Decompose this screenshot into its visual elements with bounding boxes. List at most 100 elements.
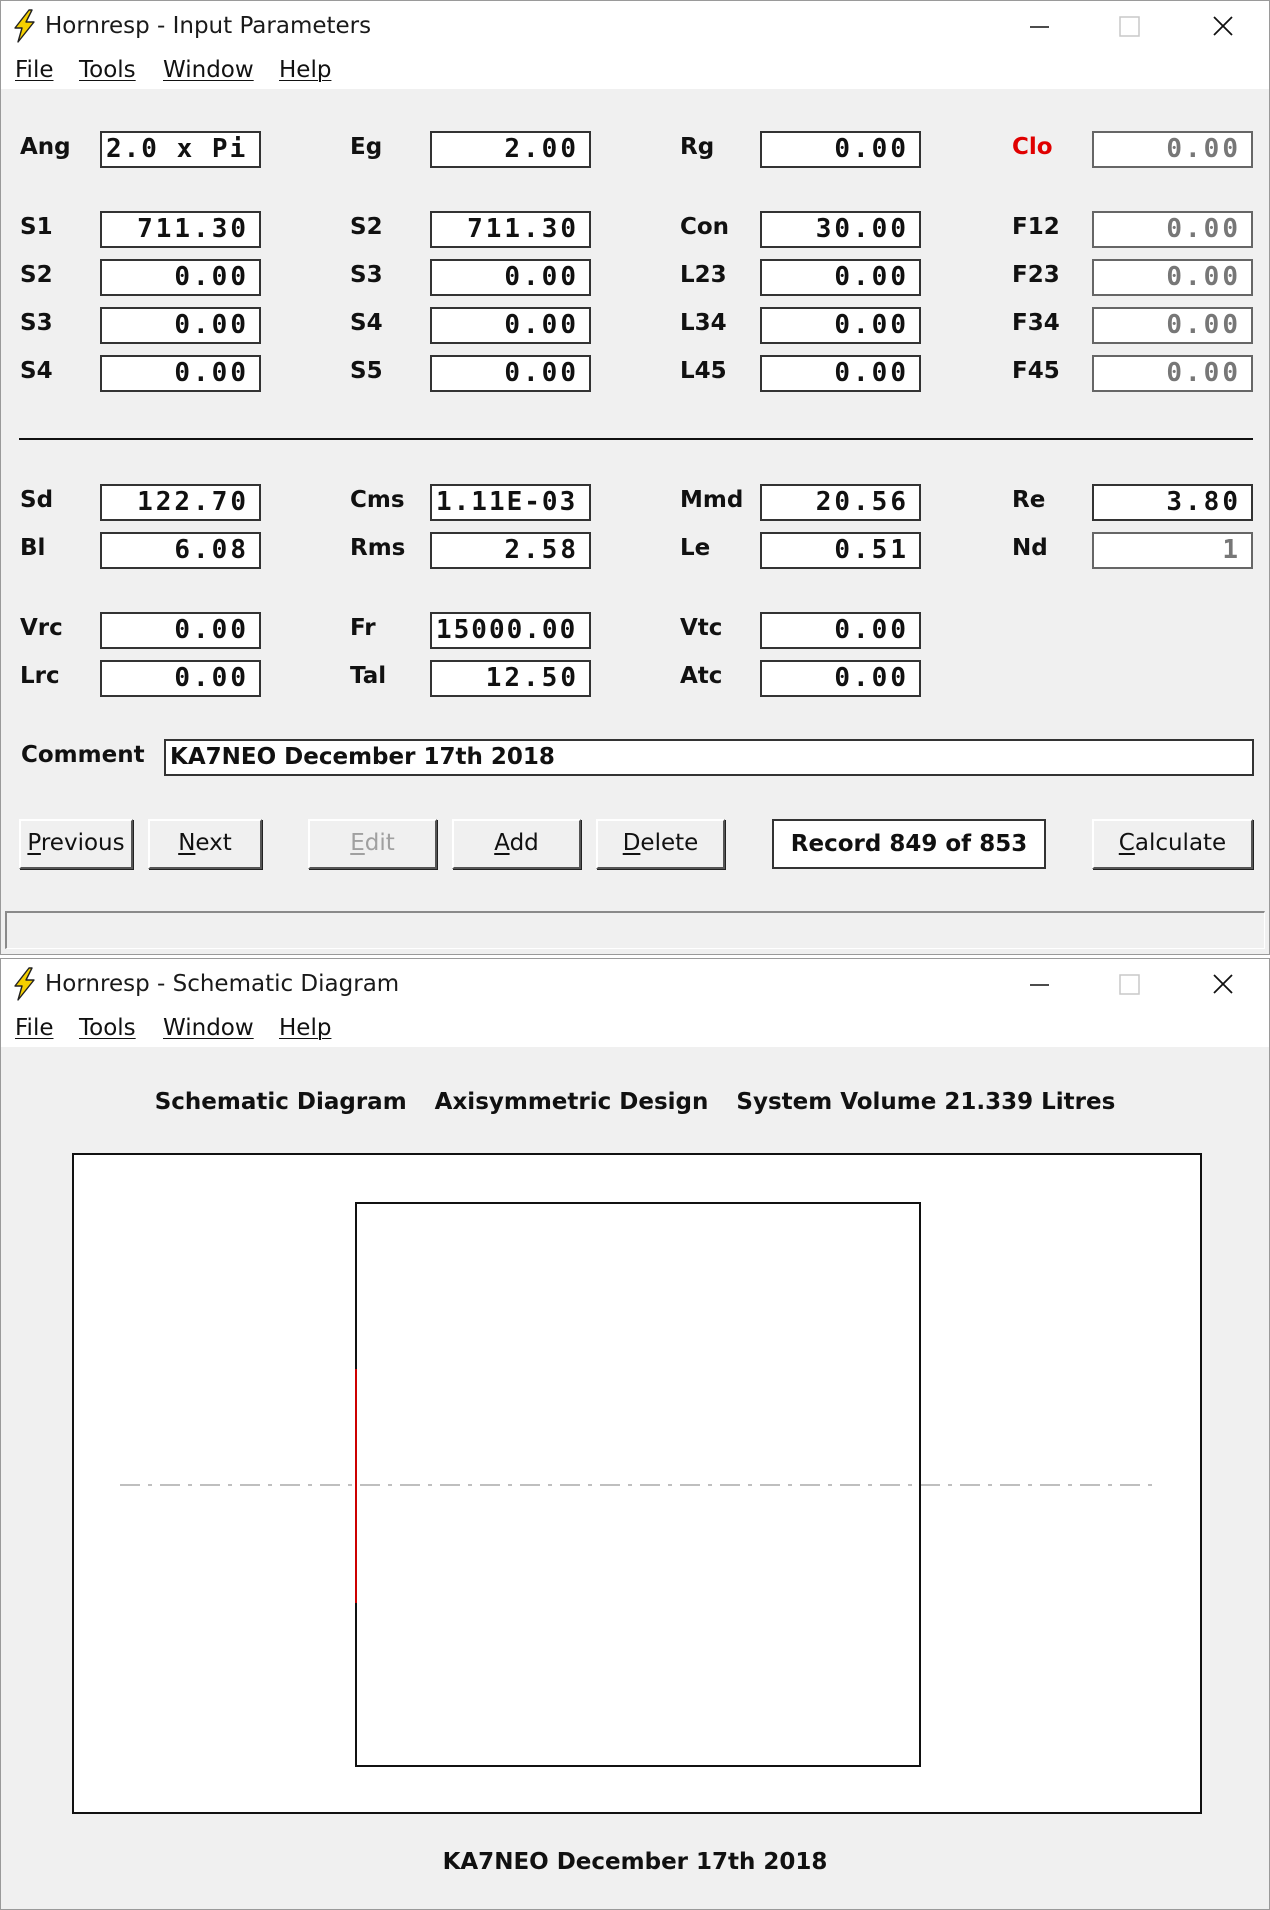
- calculate-button[interactable]: Calculate: [1092, 819, 1253, 869]
- next-mnemonic: N: [178, 830, 196, 856]
- menu-window[interactable]: Window: [163, 57, 254, 83]
- field-s1[interactable]: 711.30: [100, 211, 261, 248]
- label-tal: Tal: [350, 663, 387, 689]
- field-rg[interactable]: 0.00: [760, 131, 921, 168]
- delete-mnemonic: D: [622, 830, 641, 856]
- previous-button[interactable]: Previous: [19, 819, 133, 869]
- record-indicator: Record 849 of 853: [772, 819, 1046, 869]
- field-ang[interactable]: 2.0 x Pi: [100, 131, 261, 168]
- close-icon: [1213, 16, 1233, 36]
- label-con: Con: [680, 214, 730, 240]
- field-rms[interactable]: 2.58: [430, 532, 591, 569]
- add-button[interactable]: Add: [452, 819, 581, 869]
- label-clo[interactable]: Clo: [1012, 134, 1053, 160]
- calculate-label: alculate: [1134, 830, 1227, 856]
- label-s2: S2: [350, 214, 383, 240]
- lightning-bolt-icon: [14, 9, 35, 43]
- field-con[interactable]: 30.00: [760, 211, 921, 248]
- comment-input[interactable]: KA7NEO December 17th 2018: [164, 739, 1254, 776]
- field-bl[interactable]: 6.08: [100, 532, 261, 569]
- menu-file[interactable]: File: [15, 57, 54, 83]
- field-fr[interactable]: 15000.00: [430, 612, 591, 649]
- field-s4-row4[interactable]: 0.00: [100, 355, 261, 392]
- field-f45[interactable]: 0.00: [1092, 355, 1253, 392]
- header-system-volume: System Volume 21.339 Litres: [736, 1089, 1116, 1115]
- label-f12: F12: [1012, 214, 1060, 240]
- field-f34[interactable]: 0.00: [1092, 307, 1253, 344]
- label-l23: L23: [680, 262, 727, 288]
- label-bl: Bl: [20, 535, 46, 561]
- label-atc: Atc: [680, 663, 723, 689]
- field-s3[interactable]: 0.00: [430, 259, 591, 296]
- add-mnemonic: A: [494, 830, 510, 856]
- field-lrc[interactable]: 0.00: [100, 660, 261, 697]
- field-sd[interactable]: 122.70: [100, 484, 261, 521]
- status-bar: [5, 911, 1265, 949]
- maximize-button[interactable]: [1089, 1, 1169, 51]
- label-cms: Cms: [350, 487, 405, 513]
- label-rms: Rms: [350, 535, 406, 561]
- menu-file[interactable]: File: [15, 1015, 54, 1041]
- field-nd[interactable]: 1: [1092, 532, 1253, 569]
- menu-tools[interactable]: Tools: [79, 1015, 136, 1041]
- title-bar[interactable]: Hornresp - Input Parameters: [1, 1, 1269, 53]
- header-design-type: Axisymmetric Design: [434, 1089, 709, 1115]
- minimize-button[interactable]: [999, 1, 1079, 51]
- next-button[interactable]: Next: [148, 819, 262, 869]
- close-button[interactable]: [1181, 1, 1261, 51]
- field-s4[interactable]: 0.00: [430, 307, 591, 344]
- label-ang: Ang: [20, 134, 71, 160]
- field-re[interactable]: 3.80: [1092, 484, 1253, 521]
- field-s5[interactable]: 0.00: [430, 355, 591, 392]
- previous-label: revious: [40, 830, 125, 856]
- field-l34[interactable]: 0.00: [760, 307, 921, 344]
- field-clo[interactable]: 0.00: [1092, 131, 1253, 168]
- maximize-icon: [1119, 974, 1140, 995]
- field-vtc[interactable]: 0.00: [760, 612, 921, 649]
- minimize-icon: [1030, 984, 1049, 986]
- menu-window[interactable]: Window: [163, 1015, 254, 1041]
- menu-tools[interactable]: Tools: [79, 57, 136, 83]
- menu-help[interactable]: Help: [279, 1015, 331, 1041]
- field-atc[interactable]: 0.00: [760, 660, 921, 697]
- schematic-footer: KA7NEO December 17th 2018: [442, 1849, 828, 1875]
- label-l34: L34: [680, 310, 727, 336]
- field-s2-row2[interactable]: 0.00: [100, 259, 261, 296]
- menu-bar: File Tools Window Help: [1, 1011, 1269, 1047]
- delete-label: elete: [640, 830, 699, 856]
- close-button[interactable]: [1181, 959, 1261, 1009]
- window-title: Hornresp - Input Parameters: [45, 13, 372, 39]
- label-fr: Fr: [350, 615, 376, 641]
- label-eg: Eg: [350, 134, 383, 160]
- field-le[interactable]: 0.51: [760, 532, 921, 569]
- field-mmd[interactable]: 20.56: [760, 484, 921, 521]
- previous-mnemonic: P: [27, 830, 41, 856]
- field-tal[interactable]: 12.50: [430, 660, 591, 697]
- field-f23[interactable]: 0.00: [1092, 259, 1253, 296]
- maximize-button[interactable]: [1089, 959, 1169, 1009]
- edit-button[interactable]: Edit: [308, 819, 437, 869]
- label-s1: S1: [20, 214, 53, 240]
- title-bar[interactable]: Hornresp - Schematic Diagram: [1, 959, 1269, 1011]
- field-vrc[interactable]: 0.00: [100, 612, 261, 649]
- label-l45: L45: [680, 358, 727, 384]
- field-s3-row3[interactable]: 0.00: [100, 307, 261, 344]
- next-label: ext: [195, 830, 232, 856]
- label-le: Le: [680, 535, 711, 561]
- lightning-bolt-icon: [14, 967, 35, 1001]
- field-s2[interactable]: 711.30: [430, 211, 591, 248]
- label-f23: F23: [1012, 262, 1060, 288]
- field-l23[interactable]: 0.00: [760, 259, 921, 296]
- field-cms[interactable]: 1.11E-03: [430, 484, 591, 521]
- field-eg[interactable]: 2.00: [430, 131, 591, 168]
- edit-label: dit: [364, 830, 395, 856]
- minimize-button[interactable]: [999, 959, 1079, 1009]
- field-l45[interactable]: 0.00: [760, 355, 921, 392]
- label-vrc: Vrc: [20, 615, 63, 641]
- field-f12[interactable]: 0.00: [1092, 211, 1253, 248]
- label-nd: Nd: [1012, 535, 1048, 561]
- label-vtc: Vtc: [680, 615, 723, 641]
- menu-help[interactable]: Help: [279, 57, 331, 83]
- delete-button[interactable]: Delete: [596, 819, 725, 869]
- calculate-mnemonic: C: [1118, 830, 1135, 856]
